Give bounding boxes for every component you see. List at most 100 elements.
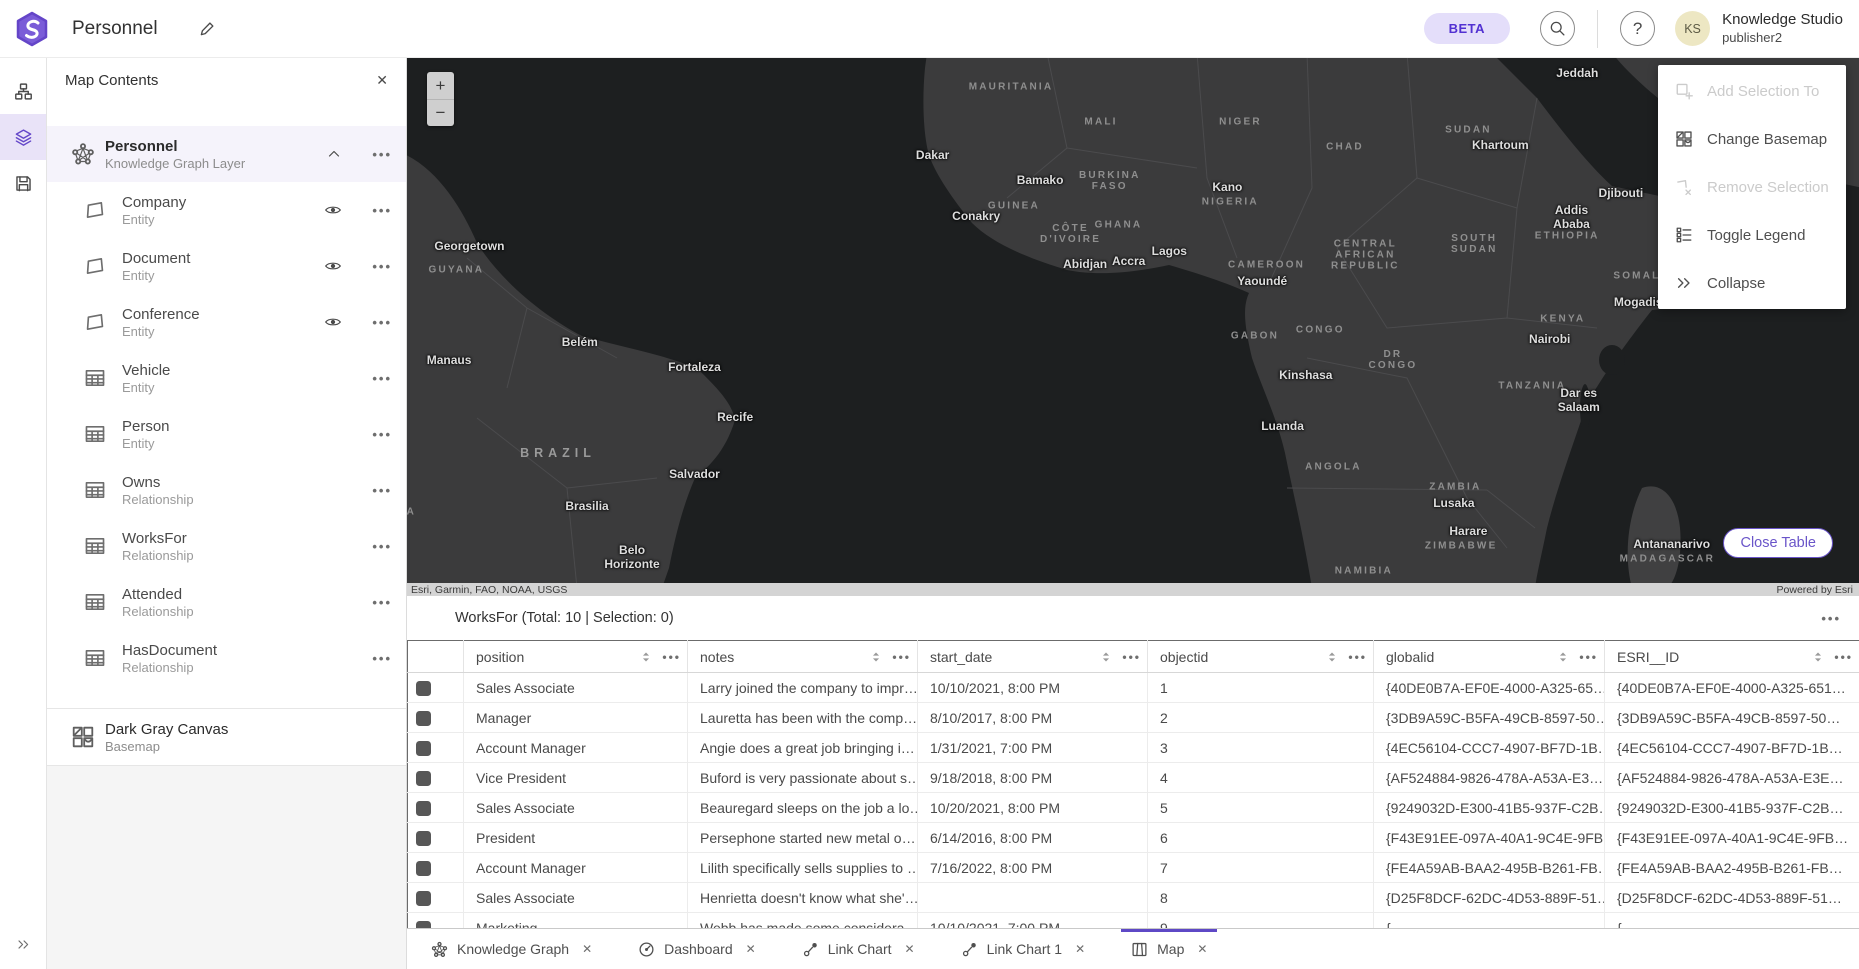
menu-item[interactable]: Collapse [1658,259,1846,307]
zoom-in-button[interactable]: + [427,72,454,99]
cell-notes: Henrietta doesn't know what she'… [688,883,918,913]
layers-icon [14,128,33,147]
column-options-button[interactable]: ••• [662,650,681,664]
layer-options-button[interactable]: ••• [372,259,392,274]
sort-icon[interactable] [1326,650,1338,664]
column-header[interactable]: ESRI__ID ••• [1605,641,1859,673]
row-checkbox[interactable] [416,921,431,928]
row-checkbox[interactable] [416,801,431,816]
column-header[interactable]: position ••• [464,641,688,673]
layer-group-personnel[interactable]: Personnel Knowledge Graph Layer ••• [47,126,406,182]
layer-item[interactable]: Document Entity ••• [47,238,406,294]
cell-notes: Persephone started new metal o… [688,823,918,853]
zoom-out-button[interactable]: − [427,99,454,126]
layer-item[interactable]: WorksFor Relationship ••• [47,518,406,574]
layer-item[interactable]: Attended Relationship ••• [47,574,406,630]
table-options-button[interactable]: ••• [1821,611,1841,626]
layer-options-button[interactable]: ••• [372,315,392,330]
close-tab-icon[interactable]: ✕ [1075,942,1085,956]
view-tab[interactable]: Map ✕ [1121,929,1217,969]
row-checkbox[interactable] [416,711,431,726]
powered-by-esri: Powered by Esri [1777,584,1853,596]
basemap-item[interactable]: Dark Gray Canvas Basemap [47,709,406,766]
close-tab-icon[interactable]: ✕ [1197,942,1207,956]
close-tab-icon[interactable]: ✕ [746,942,756,956]
layer-name: Person [122,418,170,435]
close-table-button[interactable]: Close Table [1723,528,1833,558]
tablegrid-icon [84,591,106,613]
layer-options-button[interactable]: ••• [372,651,392,666]
column-header[interactable]: objectid ••• [1148,641,1374,673]
cell-esri-id: {9249032D-E300-41B5-937F-C2B… [1605,793,1859,823]
close-panel-icon[interactable]: ✕ [376,72,388,89]
layer-options-button[interactable]: ••• [372,371,392,386]
menu-item[interactable]: Add Selection To [1658,67,1846,115]
layer-item[interactable]: Person Entity ••• [47,406,406,462]
row-checkbox[interactable] [416,891,431,906]
layer-item[interactable]: HasDocument Relationship ••• [47,630,406,686]
eye-icon[interactable] [324,201,342,219]
sort-icon[interactable] [1557,650,1569,664]
close-tab-icon[interactable]: ✕ [905,942,915,956]
eye-icon[interactable] [324,257,342,275]
column-options-button[interactable]: ••• [1579,650,1598,664]
sort-icon[interactable] [870,650,882,664]
cell-notes: Lauretta has been with the comp… [688,703,918,733]
sort-icon[interactable] [1100,650,1112,664]
avatar[interactable]: KS [1675,11,1710,46]
column-header[interactable]: start_date ••• [918,641,1148,673]
column-options-button[interactable]: ••• [1122,650,1141,664]
search-button[interactable] [1540,11,1575,46]
sort-icon[interactable] [640,650,652,664]
view-tab[interactable]: Dashboard ✕ [628,929,766,969]
sort-icon[interactable] [1812,650,1824,664]
chevron-up-icon[interactable] [326,146,342,162]
map-view[interactable]: MAURITANIA MALI NIGER SUDAN CHAD BURKINA… [407,58,1859,583]
rail-item[interactable] [0,68,46,114]
help-button[interactable]: ? [1620,11,1655,46]
menu-item[interactable]: Toggle Legend [1658,211,1846,259]
column-header[interactable]: notes ••• [688,641,918,673]
row-checkbox[interactable] [416,861,431,876]
column-options-button[interactable]: ••• [892,650,911,664]
menu-item[interactable]: Remove Selection [1658,163,1846,211]
layer-item[interactable]: Owns Relationship ••• [47,462,406,518]
layer-options-button[interactable]: ••• [372,595,392,610]
expand-rail-button[interactable] [0,937,46,957]
layer-item[interactable]: Vehicle Entity ••• [47,350,406,406]
column-header[interactable]: globalid ••• [1374,641,1605,673]
polygon-icon [84,255,106,277]
row-checkbox[interactable] [416,771,431,786]
layer-item[interactable]: Company Entity ••• [47,182,406,238]
collapse-icon [16,937,31,952]
view-tab[interactable]: Knowledge Graph ✕ [421,929,602,969]
close-tab-icon[interactable]: ✕ [582,942,592,956]
column-label: notes [700,649,734,665]
layer-options-button[interactable]: ••• [372,483,392,498]
cell-position: Manager [464,703,688,733]
column-options-button[interactable]: ••• [1834,650,1853,664]
menu-item[interactable]: Change Basemap [1658,115,1846,163]
pencil-icon[interactable] [198,20,216,38]
eye-icon[interactable] [324,313,342,331]
layer-name: WorksFor [122,530,194,547]
column-options-button[interactable]: ••• [1348,650,1367,664]
cell-notes: Beauregard sleeps on the job a lo… [688,793,918,823]
layer-item[interactable]: Conference Entity ••• [47,294,406,350]
row-checkbox[interactable] [416,741,431,756]
layer-options-button[interactable]: ••• [372,203,392,218]
layer-options-button[interactable]: ••• [372,427,392,442]
cell-notes: Lilith specifically sells supplies to … [688,853,918,883]
layer-options-button[interactable]: ••• [372,539,392,554]
row-checkbox[interactable] [416,831,431,846]
basemap-land [407,58,1859,583]
rail-item[interactable] [0,160,46,206]
row-checkbox[interactable] [416,681,431,696]
view-tab[interactable]: Link Chart ✕ [792,929,925,969]
group-options-button[interactable]: ••• [372,147,392,162]
view-tab[interactable]: Link Chart 1 ✕ [951,929,1096,969]
layer-type: Entity [122,436,170,451]
cell-esri-id: {3DB9A59C-B5FA-49CB-8597-50… [1605,703,1859,733]
cell-esri-id: {AF524884-9826-478A-A53A-E3E… [1605,763,1859,793]
rail-item[interactable] [0,114,46,160]
